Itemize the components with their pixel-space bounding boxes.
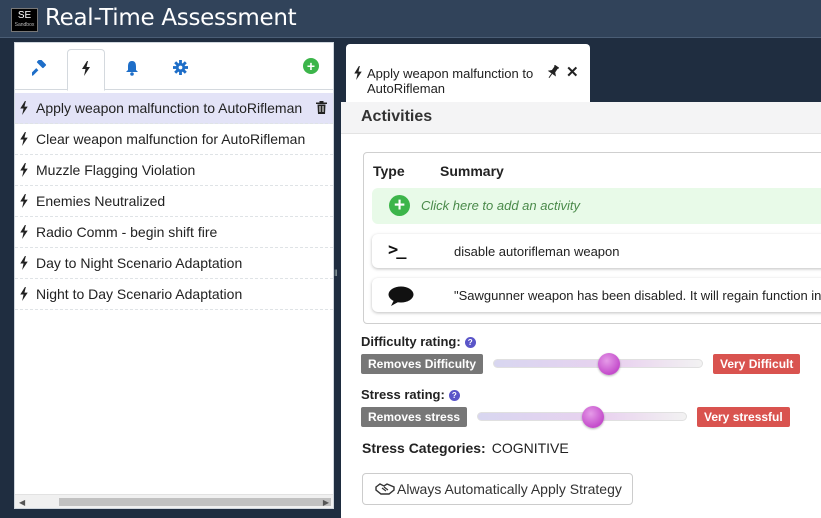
bolt-icon xyxy=(20,287,28,301)
list-item-label: Day to Night Scenario Adaptation xyxy=(36,255,243,271)
scroll-left-icon[interactable]: ◀ xyxy=(19,498,25,507)
scrollbar-thumb[interactable] xyxy=(59,498,331,506)
bolt-icon xyxy=(20,132,28,146)
add-event-button[interactable]: + xyxy=(303,58,319,74)
list-item-label: Enemies Neutralized xyxy=(36,193,166,209)
difficulty-label: Difficulty rating:? xyxy=(361,334,476,349)
list-item[interactable]: Muzzle Flagging Violation xyxy=(15,155,333,186)
horizontal-scrollbar[interactable]: ◀ ▶ xyxy=(15,494,333,508)
activities-header: Activities xyxy=(341,102,821,134)
bolt-icon xyxy=(20,194,28,208)
list-item-label: Radio Comm - begin shift fire xyxy=(36,224,218,240)
always-apply-strategy-button[interactable]: Always Automatically Apply Strategy xyxy=(362,473,633,505)
close-icon[interactable]: ✕ xyxy=(566,63,579,81)
activity-summary: "Sawgunner weapon has been disabled. It … xyxy=(454,288,821,303)
se-sandbox-logo: SE Sandbox xyxy=(11,8,38,32)
list-item[interactable]: Day to Night Scenario Adaptation xyxy=(15,248,333,279)
activities-heading: Activities xyxy=(361,108,433,125)
help-icon[interactable]: ? xyxy=(448,390,460,401)
speech-bubble-icon xyxy=(388,286,414,306)
bolt-icon xyxy=(20,225,28,239)
gavel-icon xyxy=(30,58,47,76)
help-icon[interactable]: ? xyxy=(464,337,476,348)
difficulty-min-badge: Removes Difficulty xyxy=(361,354,484,374)
handshake-icon xyxy=(375,483,395,495)
activities-table: Type Summary + Click here to add an acti… xyxy=(363,152,821,324)
tab-title: Apply weapon malfunction to AutoRifleman xyxy=(367,66,534,96)
pin-icon[interactable] xyxy=(547,65,559,79)
stress-max-badge: Very stressful xyxy=(697,407,790,427)
app-header: SE Sandbox Real-Time Assessment xyxy=(0,0,821,38)
bolt-icon xyxy=(20,163,28,177)
activity-row[interactable]: >_ disable autorifleman weapon xyxy=(372,234,821,268)
add-activity-text: Click here to add an activity xyxy=(421,198,580,213)
list-item-label: Clear weapon malfunction for AutoRiflema… xyxy=(36,131,306,147)
strategy-button-label: Always Automatically Apply Strategy xyxy=(397,481,622,497)
logo-subtext: Sandbox xyxy=(14,22,35,28)
stress-categories: Stress Categories: COGNITIVE xyxy=(362,440,569,456)
trash-icon[interactable] xyxy=(316,101,327,114)
scroll-right-icon[interactable]: ▶ xyxy=(323,498,329,507)
panel-tabbar: + xyxy=(15,43,333,91)
bolt-icon xyxy=(20,256,28,270)
open-event-tab[interactable]: Apply weapon malfunction to AutoRifleman… xyxy=(346,44,590,104)
activity-row[interactable]: "Sawgunner weapon has been disabled. It … xyxy=(372,278,821,312)
list-item[interactable]: Apply weapon malfunction to AutoRifleman xyxy=(15,93,333,124)
list-item[interactable]: Enemies Neutralized xyxy=(15,186,333,217)
difficulty-label-text: Difficulty rating: xyxy=(361,334,461,349)
list-item-label: Apply weapon malfunction to AutoRifleman xyxy=(36,100,303,116)
list-item-label: Night to Day Scenario Adaptation xyxy=(36,286,243,302)
bolt-icon xyxy=(82,61,90,76)
tab-notifications[interactable] xyxy=(113,49,151,90)
difficulty-slider-handle[interactable] xyxy=(597,353,620,375)
stress-categories-label: Stress Categories: xyxy=(362,440,486,456)
app-title: Real-Time Assessment xyxy=(45,5,297,31)
list-item[interactable]: Radio Comm - begin shift fire xyxy=(15,217,333,248)
tab-settings[interactable] xyxy=(161,49,199,90)
logo-text: SE xyxy=(17,10,32,21)
difficulty-max-badge: Very Difficult xyxy=(713,354,801,374)
bolt-icon xyxy=(354,66,362,80)
bell-icon xyxy=(126,61,138,76)
gear-icon xyxy=(172,60,188,75)
activity-summary: disable autorifleman weapon xyxy=(454,244,620,259)
tab-gavel[interactable] xyxy=(21,49,59,90)
plus-circle-icon: + xyxy=(306,58,316,74)
stress-label-text: Stress rating: xyxy=(361,387,445,402)
bolt-icon xyxy=(20,101,28,115)
column-header-summary: Summary xyxy=(440,163,504,179)
column-header-type: Type xyxy=(373,163,405,179)
terminal-icon: >_ xyxy=(388,240,407,260)
event-list-panel: + Apply weapon malfunction to AutoRiflem… xyxy=(14,42,334,509)
panel-splitter-icon[interactable]: ‖ xyxy=(334,268,338,278)
event-detail-panel: Activities Type Summary + Click here to … xyxy=(341,102,821,518)
stress-min-badge: Removes stress xyxy=(361,407,468,427)
stress-categories-value: COGNITIVE xyxy=(491,440,569,456)
plus-circle-icon: + xyxy=(389,195,410,216)
stress-label: Stress rating:? xyxy=(361,387,460,402)
event-list: Apply weapon malfunction to AutoRifleman… xyxy=(15,93,333,310)
list-item[interactable]: Clear weapon malfunction for AutoRiflema… xyxy=(15,124,333,155)
stress-slider-handle[interactable] xyxy=(581,406,604,428)
tab-events[interactable] xyxy=(67,49,105,91)
list-item-label: Muzzle Flagging Violation xyxy=(36,162,196,178)
list-item[interactable]: Night to Day Scenario Adaptation xyxy=(15,279,333,310)
add-activity-row[interactable]: + Click here to add an activity xyxy=(372,188,821,224)
